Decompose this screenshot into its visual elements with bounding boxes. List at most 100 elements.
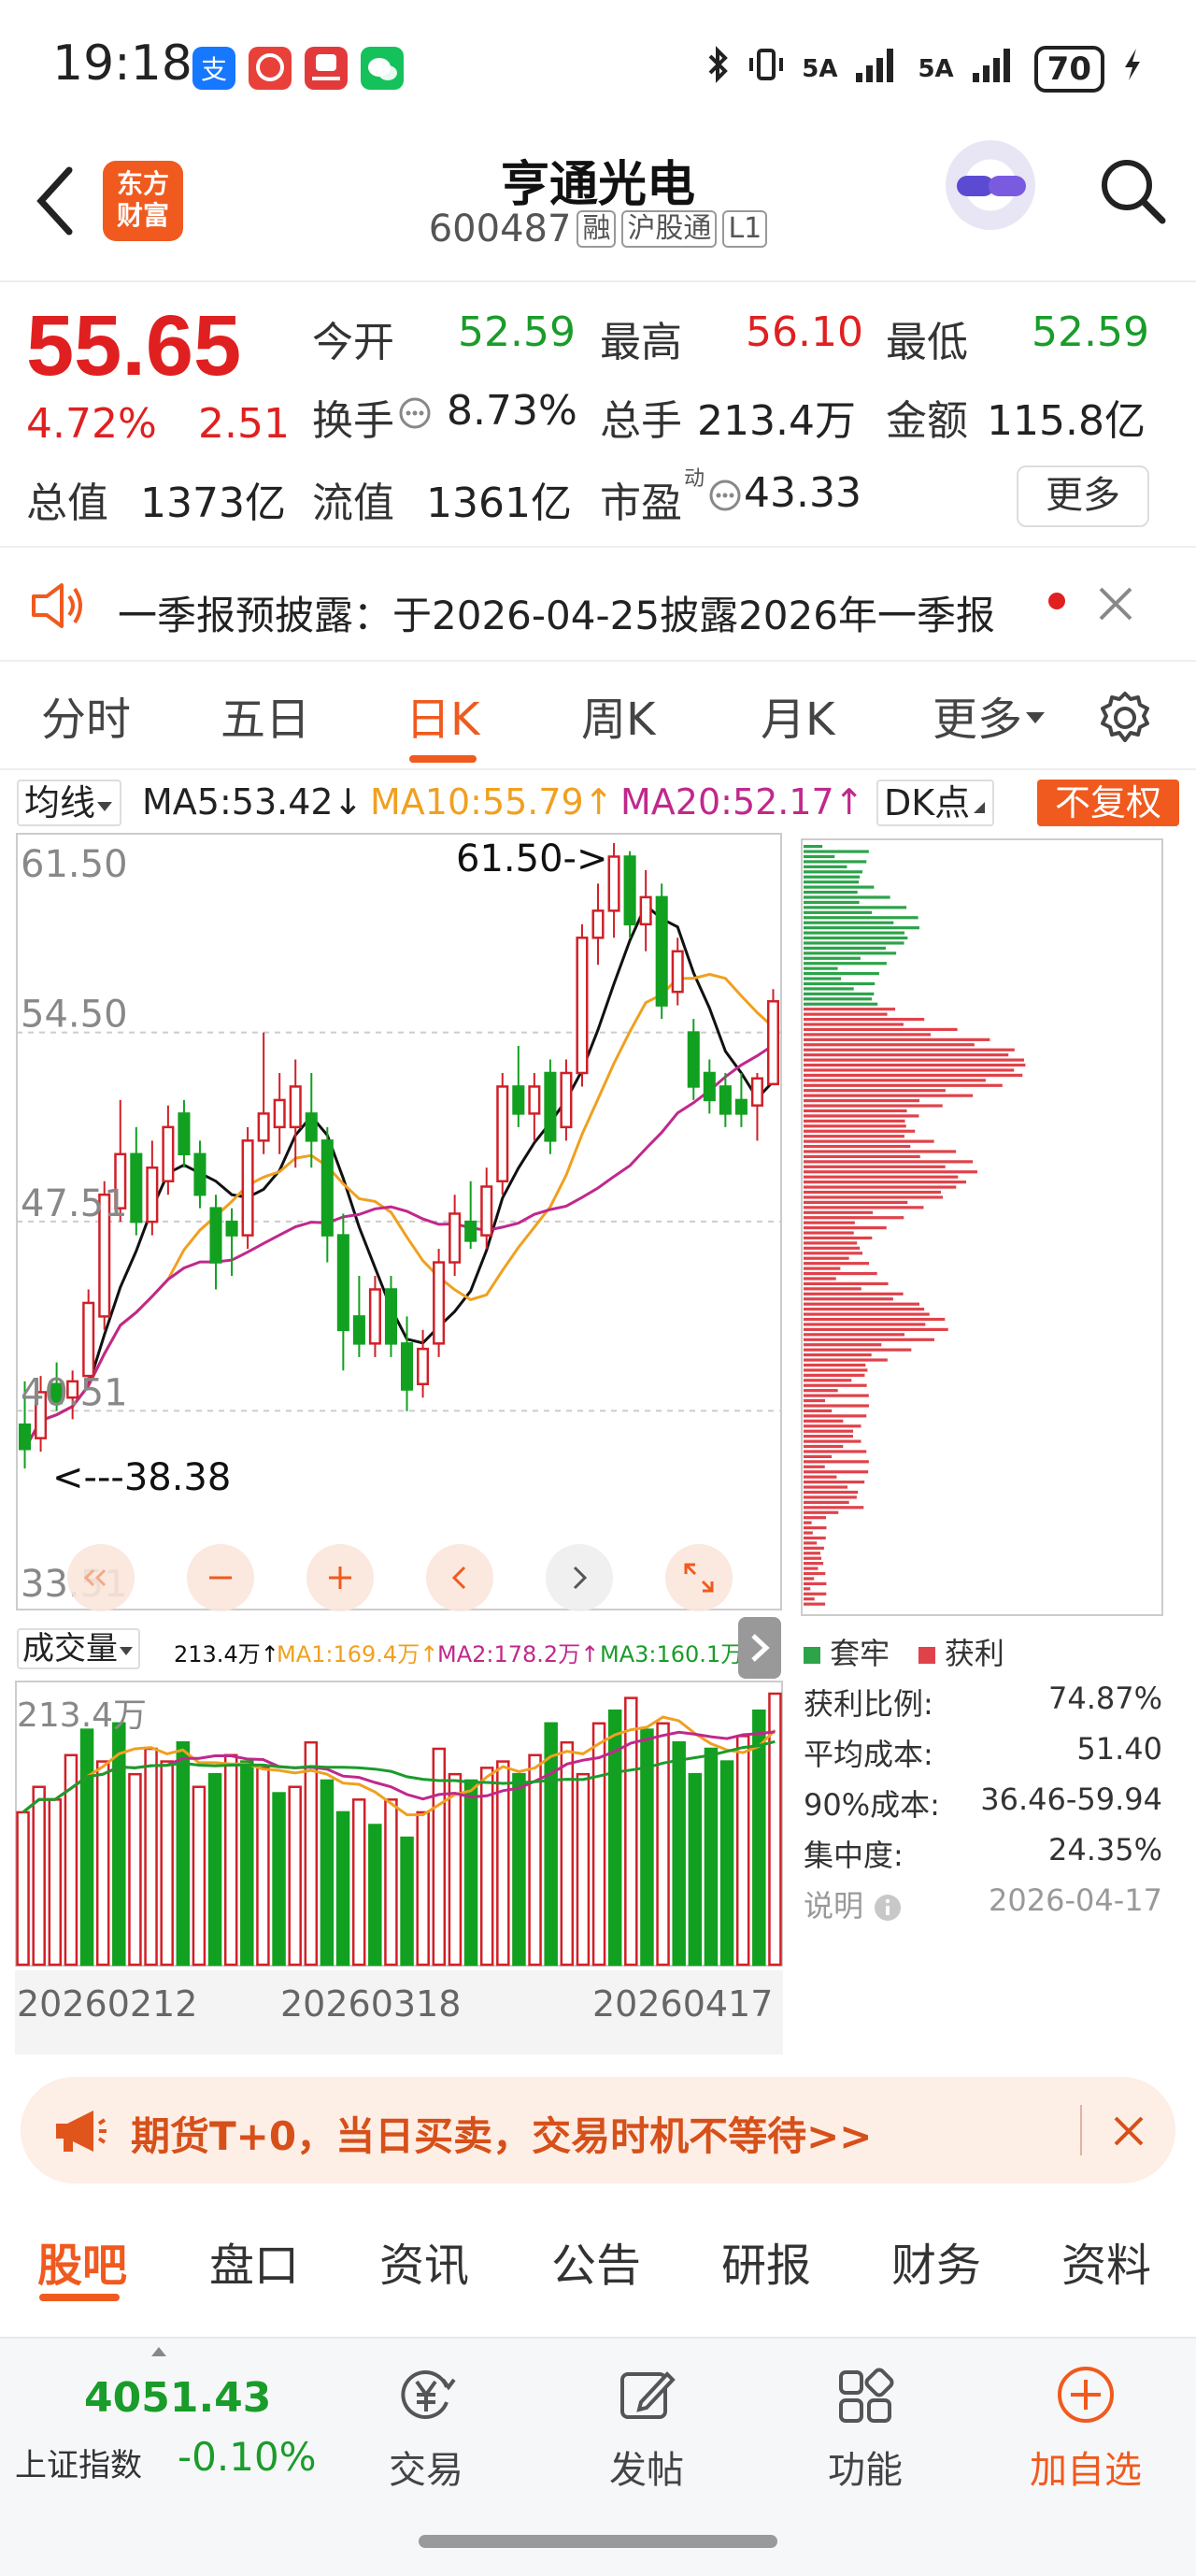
more-quote-button[interactable]: 更多 [1017, 465, 1149, 527]
candle-body [82, 1301, 95, 1378]
index-value[interactable]: 4051.43 [84, 2374, 271, 2422]
volume-bar [719, 1760, 734, 1967]
volume-value: 213.4万 [697, 397, 856, 445]
chip-bar-profit [804, 1170, 977, 1174]
volume-selector[interactable]: 成交量 [17, 1628, 140, 1669]
tab-financials[interactable]: 财务 [891, 2228, 981, 2294]
info-icon[interactable] [398, 396, 432, 434]
explain-label[interactable]: 说明 [804, 1882, 903, 1925]
avg-cost-value: 51.40 [1076, 1731, 1162, 1767]
chip-bar-profit [804, 1139, 934, 1143]
search-icon [1102, 160, 1166, 224]
volume-current: 213.4万↑ [174, 1641, 279, 1667]
vol-ma1: MA1:169.4万↑ [277, 1641, 439, 1667]
chip-bar-profit [804, 1033, 932, 1037]
trade-button[interactable]: 交易 [361, 2365, 491, 2494]
chip-bar-trapped [804, 921, 894, 924]
volume-bar [672, 1740, 686, 1967]
tab-research[interactable]: 研报 [721, 2228, 811, 2294]
volume-bar [223, 1753, 238, 1967]
chip-bar-profit [804, 1008, 896, 1011]
volume-bar [368, 1824, 382, 1967]
app-icon [249, 47, 292, 90]
tab-weekly-k[interactable]: 周K [581, 682, 655, 748]
chip-bar-profit [804, 1297, 893, 1301]
signal-2-icon [971, 45, 1018, 93]
avg-cost-label: 平均成本: [804, 1737, 933, 1772]
chevron-left-icon [36, 166, 73, 236]
volume-bar [240, 1760, 254, 1967]
charging-icon [1121, 45, 1144, 93]
level-tag: L1 [722, 210, 768, 248]
chip-bar-profit [804, 1597, 815, 1601]
chip-bar-profit [804, 1485, 848, 1489]
tab-monthly-k[interactable]: 月K [761, 682, 834, 748]
chip-bar-profit [804, 1231, 854, 1235]
tab-more[interactable]: 更多 [933, 682, 1048, 748]
kline-controls [67, 1544, 733, 1611]
indicator-selector[interactable]: 均线 [17, 780, 122, 826]
kline-candles [18, 843, 780, 1469]
back-button[interactable] [28, 159, 84, 243]
volume-bar [16, 1810, 30, 1967]
expand-panel-button[interactable] [738, 1617, 781, 1679]
add-watchlist-button[interactable]: 加自选 [1020, 2365, 1151, 2494]
functions-button[interactable]: 功能 [800, 2365, 931, 2494]
ai-assistant-icon[interactable] [946, 140, 1035, 230]
tab-announcements[interactable]: 公告 [551, 2228, 641, 2294]
chip-bar-profit [804, 1496, 857, 1499]
dk-point-selector[interactable]: DK点 [876, 780, 995, 826]
search-button[interactable] [1097, 153, 1168, 228]
volume-selector-label: 成交量 [22, 1630, 118, 1667]
market-cap-label: 总值 [26, 479, 108, 527]
tab-order-book[interactable]: 盘口 [209, 2228, 299, 2294]
wechat-icon [361, 47, 404, 90]
app-logo: 东方 财富 [103, 161, 183, 241]
candle-body [703, 1071, 716, 1102]
functions-label: 功能 [828, 2449, 903, 2492]
ad-text[interactable]: 期货T+0，当日买卖，交易时机不等待>> [131, 2105, 872, 2162]
notice-text[interactable]: 一季报预披露：于2026-04-25披露2026年一季报 [118, 584, 995, 641]
post-button[interactable]: 发帖 [581, 2365, 712, 2494]
caret-down-icon [1026, 712, 1046, 723]
chip-bar-profit [804, 1429, 854, 1433]
chip-bar-trapped [804, 992, 875, 995]
tab-news[interactable]: 资讯 [379, 2228, 469, 2294]
vol-ma3-text: MA3:160.1万 [600, 1641, 744, 1667]
tab-intraday[interactable]: 分时 [41, 682, 131, 748]
chip-bar-profit [804, 1012, 888, 1016]
notice-close-button[interactable] [1095, 583, 1136, 628]
chip-bar-trapped [804, 870, 863, 874]
candle-body [480, 1185, 493, 1237]
candle-body [544, 1071, 557, 1142]
profit-ratio-value: 74.87% [1047, 1681, 1162, 1716]
volume-bar [688, 1772, 703, 1967]
tab-forum[interactable]: 股吧 [37, 2228, 127, 2294]
volume-label: 总手 [600, 397, 682, 445]
volume-bar [560, 1740, 575, 1967]
candle-body [766, 1000, 780, 1086]
adjust-mode-button[interactable]: 不复权 [1037, 780, 1179, 826]
chip-bar-profit [804, 1038, 990, 1041]
chip-bar-trapped [804, 850, 869, 853]
pe-info-icon[interactable] [708, 479, 742, 516]
open-label: 今开 [312, 319, 394, 366]
tab-five-day[interactable]: 五日 [221, 682, 310, 748]
connect-tag: 沪股通 [621, 210, 718, 248]
volume-bar [463, 1779, 478, 1967]
candle-body [560, 1071, 573, 1129]
ad-close-button[interactable] [1108, 2111, 1149, 2155]
tab-daily-k[interactable]: 日K [406, 682, 479, 748]
volume-bar [112, 1722, 126, 1967]
home-indicator [419, 2535, 777, 2548]
chip-bar-profit [804, 1409, 833, 1413]
chip-bar-trapped [804, 910, 873, 914]
chip-bar-profit [804, 1017, 925, 1022]
chip-bar-profit [804, 1414, 867, 1418]
cost-90-label: 90%成本: [804, 1787, 940, 1823]
trade-label: 交易 [389, 2449, 463, 2492]
chip-bar-trapped [804, 875, 861, 879]
tab-profile[interactable]: 资料 [1061, 2228, 1151, 2294]
chart-settings-button[interactable] [1095, 688, 1155, 751]
kline-chart[interactable]: 61.5054.5047.5140.5133.51 [0, 828, 794, 1621]
